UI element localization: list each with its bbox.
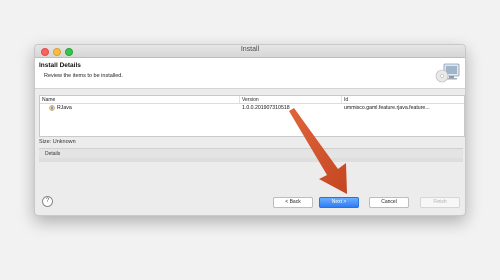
details-label: Details: [45, 151, 61, 157]
next-button[interactable]: Next >: [319, 197, 359, 208]
table-row[interactable]: RJava 1.0.0.201907310518 ummisco.gaml.fe…: [40, 104, 464, 112]
page-header: Install Details Review the items to be i…: [35, 58, 465, 89]
column-header-id[interactable]: Id: [344, 97, 348, 103]
cancel-button[interactable]: Cancel: [369, 197, 409, 208]
page-description: Review the items to be installed.: [44, 73, 123, 79]
finish-button: Finish: [420, 197, 460, 208]
install-graphic-icon: [435, 63, 460, 83]
table-header: Name Version Id: [40, 96, 464, 104]
window-title: Install: [240, 46, 260, 53]
details-panel: [39, 158, 463, 162]
plugin-icon: [49, 105, 55, 111]
size-label: Size: Unknown: [39, 139, 76, 145]
back-button[interactable]: < Back: [273, 197, 313, 208]
install-dialog: Install Install Details Review the items…: [34, 44, 466, 216]
column-header-version[interactable]: Version: [242, 97, 259, 103]
button-bar: ? < Back Next > Cancel Finish: [35, 190, 465, 214]
column-divider: [239, 96, 240, 103]
help-icon[interactable]: ?: [42, 196, 53, 207]
column-header-name[interactable]: Name: [42, 97, 55, 103]
title-bar: Install: [35, 45, 465, 58]
install-items-table: Name Version Id RJava 1.0.0.201907310518…: [39, 95, 465, 137]
item-id: ummisco.gaml.feature.rjava.feature...: [344, 105, 430, 111]
page-title: Install Details: [39, 62, 81, 69]
item-version: 1.0.0.201907310518: [242, 105, 290, 111]
column-divider: [341, 96, 342, 103]
item-name: RJava: [57, 105, 72, 111]
